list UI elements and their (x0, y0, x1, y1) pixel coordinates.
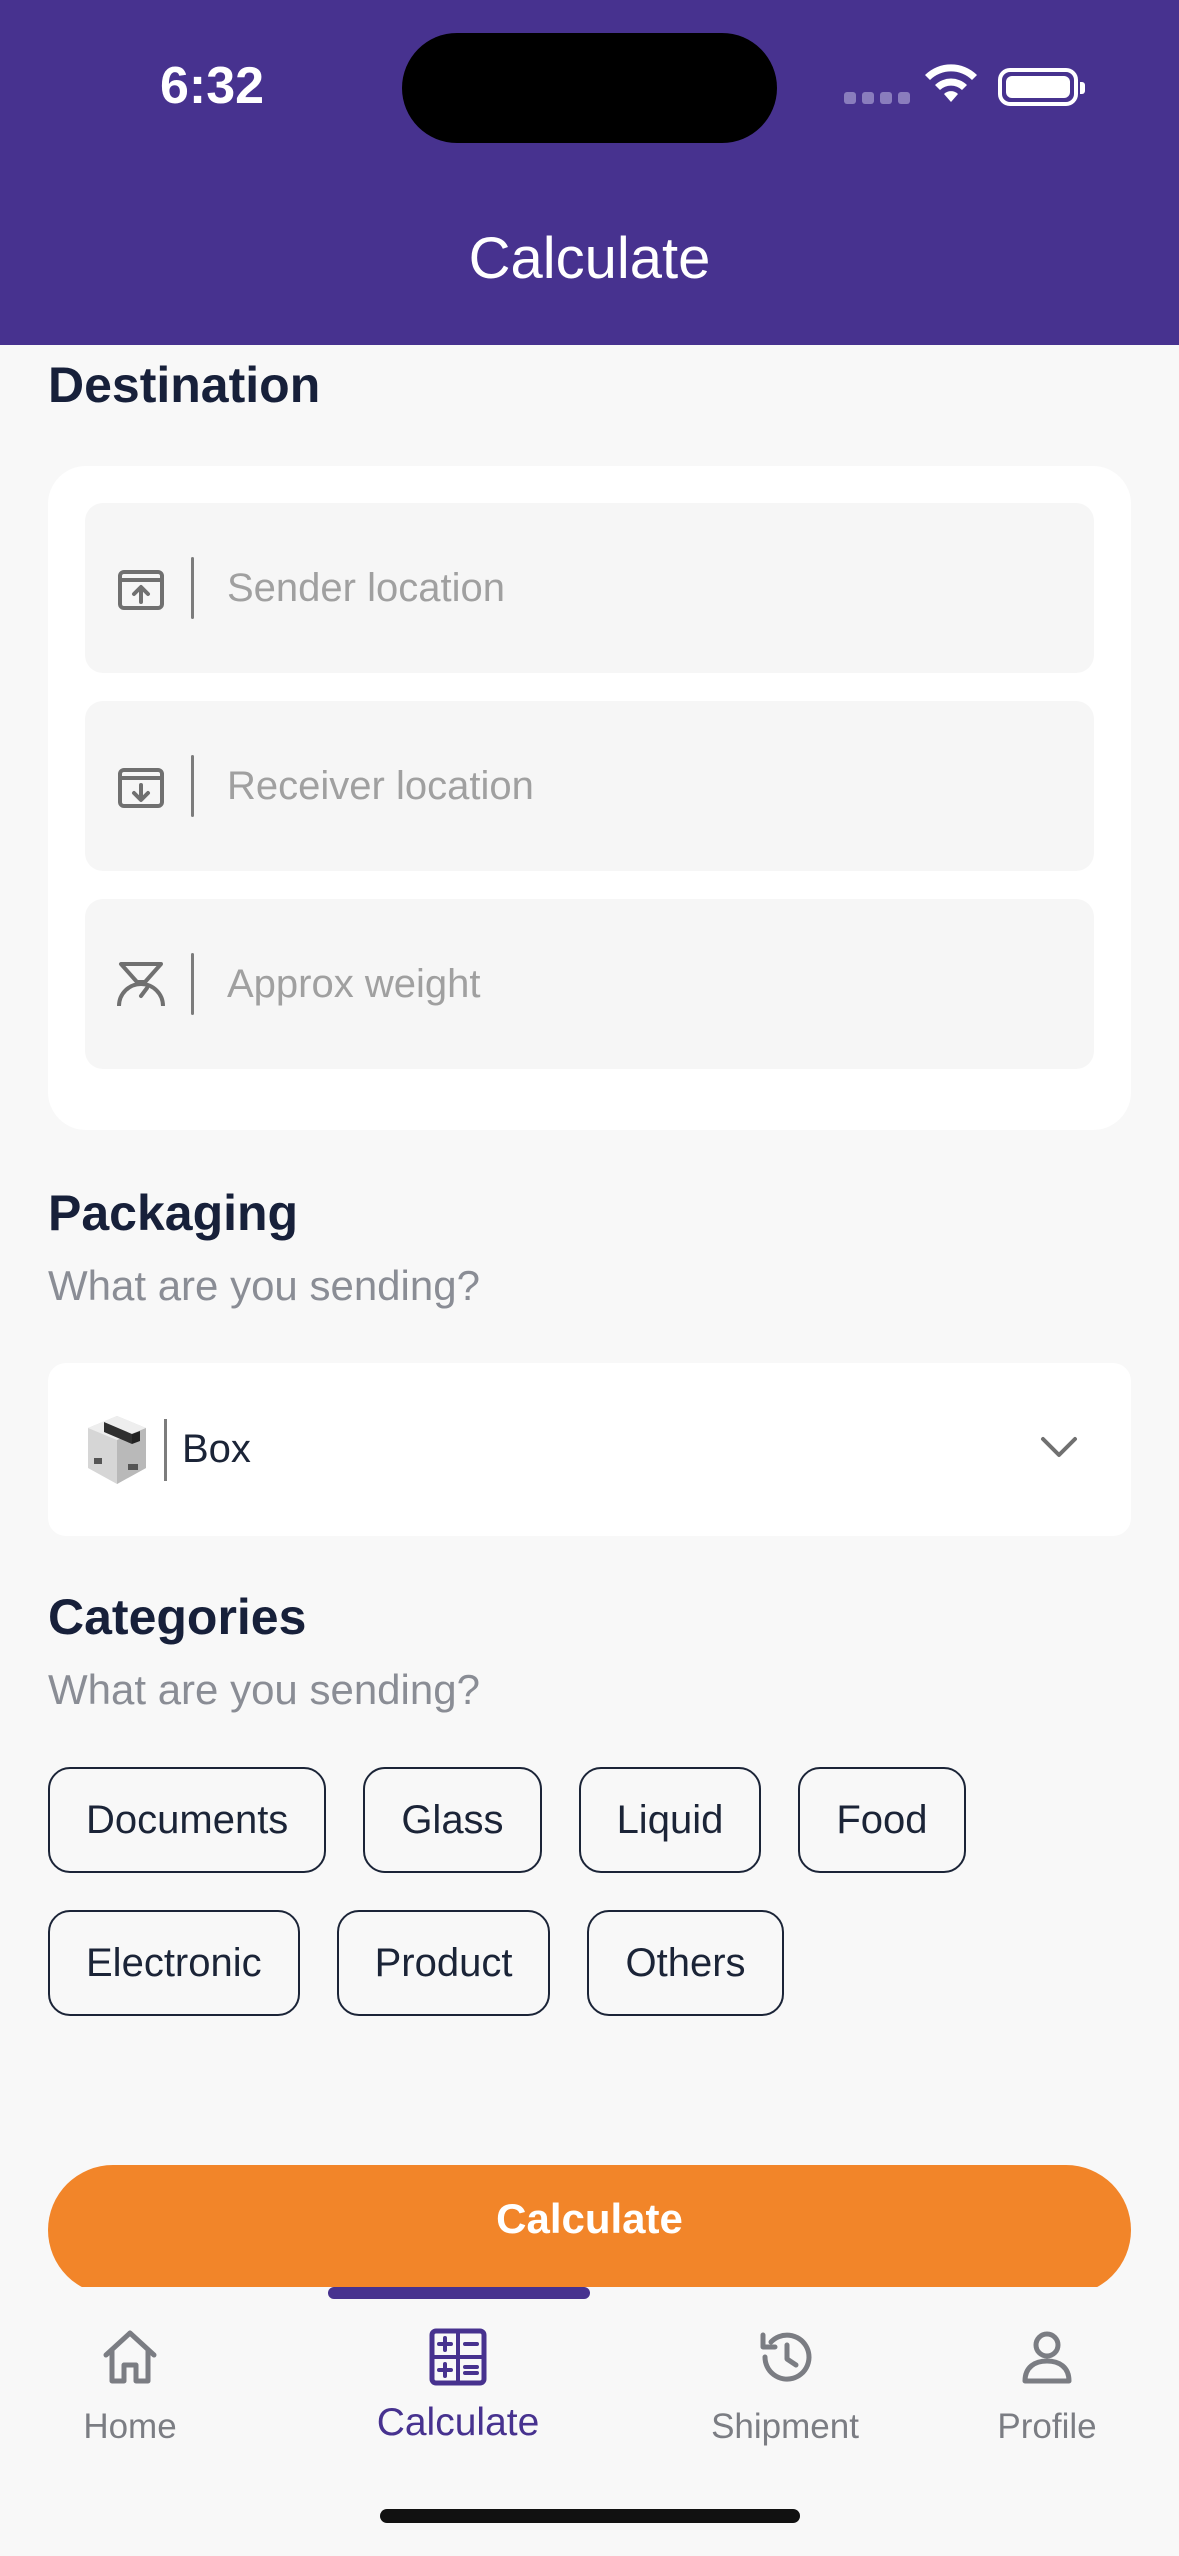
scale-icon (111, 954, 171, 1014)
status-time: 6:32 (160, 57, 265, 115)
category-chip-glass[interactable]: Glass (363, 1767, 542, 1873)
sender-location-field[interactable]: Sender location (85, 503, 1094, 673)
approx-weight-placeholder: Approx weight (227, 961, 481, 1006)
chevron-down-icon (1041, 1437, 1077, 1457)
app-header: 6:32 Calculate (0, 0, 1179, 345)
category-chip-liquid[interactable]: Liquid (578, 1767, 762, 1873)
tab-profile[interactable]: Profile (932, 2317, 1162, 2447)
category-chip-others[interactable]: Others (587, 1910, 784, 2016)
approx-weight-field[interactable]: Approx weight (85, 899, 1094, 1069)
upload-box-icon (111, 558, 171, 618)
home-icon (15, 2317, 245, 2397)
tab-calculate[interactable]: Calculate (343, 2317, 573, 2445)
wifi-icon (925, 64, 977, 102)
category-chip-product[interactable]: Product (336, 1910, 551, 2016)
page-title: Calculate (468, 226, 711, 291)
category-chip-electronic[interactable]: Electronic (48, 1910, 300, 2016)
dynamic-island (402, 33, 777, 143)
battery-icon (998, 68, 1085, 106)
receiver-location-field[interactable]: Receiver location (85, 701, 1094, 871)
packaging-subtitle: What are you sending? (48, 1262, 480, 1309)
categories-subtitle: What are you sending? (48, 1666, 480, 1713)
sender-location-placeholder: Sender location (227, 565, 505, 610)
home-indicator[interactable] (380, 2509, 800, 2523)
calculate-button[interactable]: Calculate (48, 2165, 1131, 2295)
history-icon (670, 2317, 900, 2397)
categories-title: Categories (48, 1589, 307, 1645)
category-chip-food[interactable]: Food (798, 1767, 966, 1873)
field-divider (164, 1418, 167, 1481)
tab-shipment[interactable]: Shipment (670, 2317, 900, 2447)
packaging-select[interactable]: Box (48, 1363, 1131, 1536)
field-divider (191, 953, 194, 1015)
tab-calculate-label: Calculate (376, 2401, 540, 2444)
active-tab-indicator (328, 2287, 590, 2299)
field-divider (191, 755, 194, 817)
destination-title: Destination (48, 357, 321, 413)
tab-profile-label: Profile (997, 2407, 1097, 2446)
tab-shipment-label: Shipment (711, 2407, 859, 2446)
category-chip-documents[interactable]: Documents (48, 1767, 327, 1873)
box-icon (88, 1415, 146, 1484)
tab-home-label: Home (83, 2407, 177, 2446)
download-box-icon (111, 756, 171, 816)
packaging-selected-value: Box (182, 1427, 251, 1471)
field-divider (191, 557, 194, 619)
destination-card: Sender location Receiver location Approx… (48, 466, 1131, 1130)
profile-icon (932, 2317, 1162, 2397)
receiver-location-placeholder: Receiver location (227, 763, 534, 808)
tab-home[interactable]: Home (15, 2317, 245, 2447)
calculator-icon (343, 2317, 573, 2397)
cellular-signal-icon (844, 92, 910, 104)
category-chips: Documents Glass Liquid Food Electronic P… (48, 1767, 1131, 2053)
packaging-title: Packaging (48, 1185, 299, 1241)
